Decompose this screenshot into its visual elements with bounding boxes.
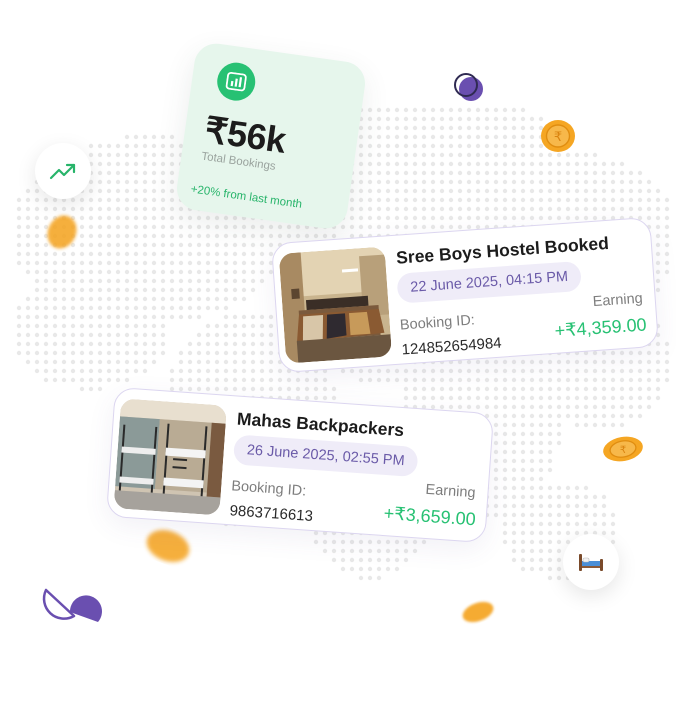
rupee-coin-icon: ₹: [541, 120, 575, 152]
bar-chart-icon: [214, 60, 258, 104]
rupee-coin-icon: ₹: [603, 436, 643, 462]
booking-date-badge: 22 June 2025, 04:15 PM: [396, 260, 583, 304]
earning-label: Earning: [425, 481, 477, 502]
rupee-coin-icon: [47, 215, 77, 249]
purple-circles-decoration: [454, 73, 483, 101]
bed-icon: [579, 554, 603, 571]
trending-up-icon-badge: [35, 143, 91, 199]
earning-label: Earning: [592, 290, 644, 311]
hostel-room-photo: [278, 246, 393, 364]
rupee-coin-icon: [146, 530, 190, 562]
svg-text:₹: ₹: [554, 130, 562, 145]
svg-text:₹: ₹: [620, 445, 626, 456]
total-bookings-card: ₹56k Total Bookings +20% from last month: [174, 40, 368, 232]
promo-illustration: ₹ ₹ ₹56k Total Bookings +20% from last m…: [0, 0, 676, 716]
earning-value: +₹4,359.00: [553, 314, 648, 341]
bunk-bed-dorm-photo: [113, 398, 227, 516]
bed-icon-badge: [563, 534, 619, 590]
trending-up-icon: [49, 163, 76, 180]
booking-id-label: Booking ID:: [230, 478, 307, 500]
earning-value: +₹3,659.00: [383, 502, 477, 530]
booking-card[interactable]: Mahas Backpackers 26 June 2025, 02:55 PM…: [105, 386, 495, 544]
booking-id-label: Booking ID:: [399, 312, 476, 334]
booking-id-value: 124852654984: [401, 334, 503, 359]
booking-id-value: 9863716613: [229, 502, 314, 526]
bookings-change-text: +20% from last month: [189, 183, 303, 211]
booking-date-badge: 26 June 2025, 02:55 PM: [232, 434, 419, 478]
rupee-coin-icon: [462, 601, 494, 623]
hostel-name: Sree Boys Hostel Booked: [395, 232, 610, 268]
booking-card[interactable]: Sree Boys Hostel Booked 22 June 2025, 04…: [270, 216, 660, 374]
purple-half-circles-decoration: [42, 588, 102, 622]
